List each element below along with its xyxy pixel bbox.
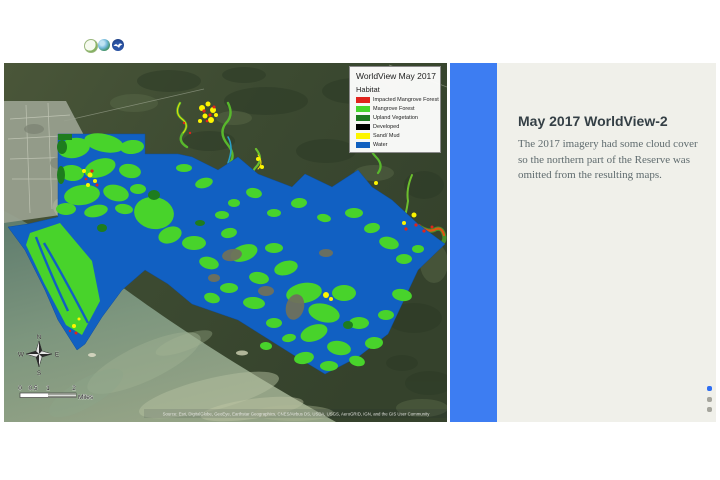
earth-logo-icon[interactable]	[98, 39, 110, 51]
legend-item: Water	[356, 142, 436, 148]
map-attribution: Source: Esri, DigitalGlobe, GeoEye, Eart…	[163, 412, 431, 417]
scale-tick-1: 1	[46, 385, 50, 392]
noaa-logo-icon[interactable]	[112, 39, 124, 51]
scale-unit-label: Miles	[78, 394, 94, 401]
legend-swatch-upland	[356, 115, 370, 121]
header: Using Satellite Imagery and Supercompute…	[0, 30, 720, 82]
legend-item: Sand/ Mud	[356, 133, 436, 139]
reserve-logo-icon[interactable]	[84, 39, 98, 53]
legend-swatch-mangrove	[356, 106, 370, 112]
legend-swatch-developed	[356, 124, 370, 130]
compass-e-label: E	[55, 352, 60, 359]
compass-s-label: S	[37, 370, 42, 377]
narrative-panel: May 2017 WorldView-2 The 2017 imagery ha…	[497, 63, 716, 422]
compass-n-label: N	[37, 334, 42, 341]
legend-swatch-impacted-mangrove	[356, 97, 370, 103]
section-heading: May 2017 WorldView-2	[518, 113, 668, 129]
compass-w-label: W	[18, 352, 25, 359]
legend-swatch-water	[356, 142, 370, 148]
legend-item: Impacted Mangrove Forest	[356, 97, 439, 103]
legend-item: Developed	[356, 124, 436, 130]
scale-tick-2: 2	[72, 385, 76, 392]
scale-tick-0: 0	[18, 385, 22, 392]
legend-item: Upland Vegetation	[356, 115, 436, 121]
nav-dot-active[interactable]	[707, 386, 712, 391]
section-body-text: The 2017 imagery had some cloud cover so…	[518, 138, 698, 181]
legend-item: Mangrove Forest	[356, 106, 436, 112]
legend-swatch-sand-mud	[356, 133, 370, 139]
accent-bar	[450, 63, 497, 422]
story-map-page: Using Satellite Imagery and Supercompute…	[0, 0, 720, 480]
nav-dot[interactable]	[707, 397, 712, 402]
nav-dot[interactable]	[707, 407, 712, 412]
habitat-map[interactable]: N S E W 0 0.5 1 2 Miles Source: Esri, Di…	[4, 63, 447, 422]
map-legend: WorldView May 2017 Habitat Impacted Mang…	[349, 66, 441, 153]
scale-tick-05: 0.5	[28, 385, 37, 392]
legend-subtitle: Habitat	[356, 85, 380, 94]
legend-title: WorldView May 2017	[356, 71, 437, 81]
